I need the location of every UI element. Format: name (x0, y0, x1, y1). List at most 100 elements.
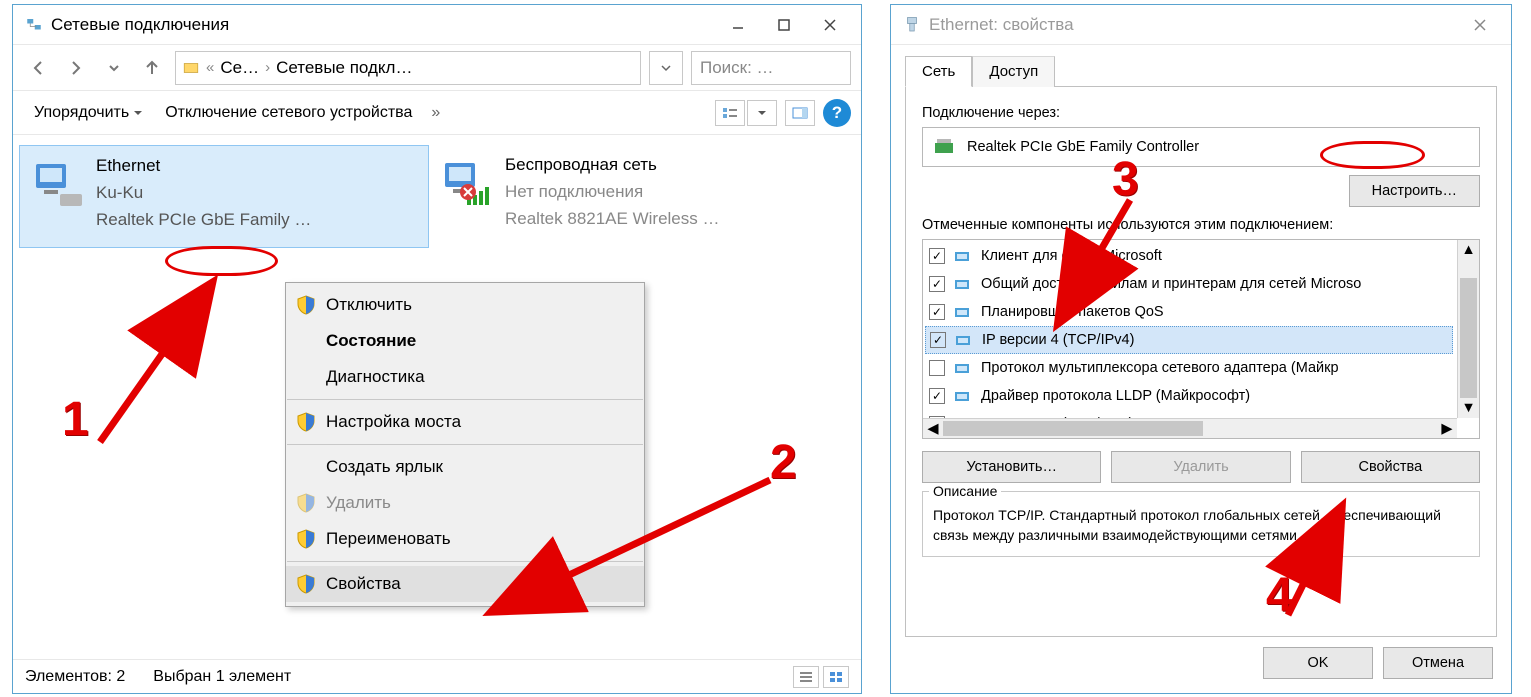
component-label: Протокол мультиплексора сетевого адаптер… (981, 360, 1339, 376)
breadcrumb-part[interactable]: Се… (220, 58, 259, 78)
separator (287, 561, 643, 562)
checkbox[interactable]: ✓ (929, 248, 945, 264)
adapter-icon (30, 156, 86, 212)
horizontal-scrollbar[interactable]: ◀▶ (923, 418, 1457, 438)
error-x-icon (459, 183, 477, 201)
checkbox[interactable] (929, 360, 945, 376)
ctx-disconnect[interactable]: Отключить (286, 287, 644, 323)
configure-button[interactable]: Настроить… (1349, 175, 1480, 207)
uninstall-button: Удалить (1111, 451, 1290, 483)
titlebar[interactable]: Ethernet: свойства (891, 5, 1511, 45)
minimize-button[interactable] (715, 9, 761, 41)
component-item[interactable]: ✓ IP версии 4 (TCP/IPv4) (925, 326, 1453, 354)
search-box[interactable]: Поиск: … (691, 51, 851, 85)
details-view-button[interactable] (793, 666, 819, 688)
ctx-properties[interactable]: Свойства (286, 566, 644, 602)
checkbox[interactable]: ✓ (929, 304, 945, 320)
vertical-scrollbar[interactable]: ▲▼ (1457, 240, 1479, 418)
nav-recent-button[interactable] (99, 53, 129, 83)
network-connections-icon (25, 16, 43, 34)
component-label: IP версии 4 (TCP/IPv4) (982, 332, 1134, 348)
address-dropdown[interactable] (649, 51, 683, 85)
tab-pane: Подключение через: Realtek PCIe GbE Fami… (905, 86, 1497, 637)
nav-up-button[interactable] (137, 53, 167, 83)
window-title: Сетевые подключения (51, 15, 229, 35)
nic-icon (933, 137, 957, 157)
nav-forward-button[interactable] (61, 53, 91, 83)
view-options-button[interactable] (715, 100, 745, 126)
shield-icon (296, 574, 316, 594)
description-legend: Описание (929, 483, 1001, 499)
component-label: Планировщик пакетов QoS (981, 304, 1164, 320)
ctx-shortcut[interactable]: Создать ярлык (286, 449, 644, 485)
organize-button[interactable]: Упорядочить (23, 99, 154, 127)
annotation-2: 2 (770, 435, 797, 490)
large-icons-view-button[interactable] (823, 666, 849, 688)
component-label: Драйвер протокола LLDP (Майкрософт) (981, 388, 1250, 404)
adapter-name: Realtek PCIe GbE Family Controller (967, 139, 1199, 155)
ctx-bridge[interactable]: Настройка моста (286, 404, 644, 440)
description-text: Протокол TCP/IP. Стандартный протокол гл… (933, 505, 1469, 546)
help-button[interactable]: ? (823, 99, 851, 127)
shield-icon (296, 295, 316, 315)
adapter-icon (439, 155, 495, 211)
adapter-device: Realtek PCIe GbE Family … (96, 206, 311, 233)
tab-network[interactable]: Сеть (905, 56, 972, 87)
close-button[interactable] (1457, 9, 1503, 41)
component-icon (953, 388, 973, 404)
checkbox[interactable]: ✓ (930, 332, 946, 348)
view-options-drop[interactable] (747, 100, 777, 126)
properties-button[interactable]: Свойства (1301, 451, 1480, 483)
shield-icon (296, 412, 316, 432)
ctx-diagnostics[interactable]: Диагностика (286, 359, 644, 395)
folder-icon (182, 59, 200, 77)
ctx-delete: Удалить (286, 485, 644, 521)
ok-button[interactable]: OK (1263, 647, 1373, 679)
address-bar[interactable]: « Се… › Сетевые подкл… (175, 51, 641, 85)
status-bar: Элементов: 2 Выбран 1 элемент (13, 659, 861, 693)
titlebar[interactable]: Сетевые подключения (13, 5, 861, 45)
component-item[interactable]: ✓ Драйвер протокола LLDP (Майкрософт) (925, 382, 1453, 410)
separator (287, 399, 643, 400)
component-item[interactable]: Протокол мультиплексора сетевого адаптер… (925, 354, 1453, 382)
adapter-status: Нет подключения (505, 178, 719, 205)
component-item[interactable]: ✓ Общий доступ к файлам и принтерам для с… (925, 270, 1453, 298)
maximize-button[interactable] (761, 9, 807, 41)
adapter-name: Беспроводная сеть (505, 151, 719, 178)
close-button[interactable] (807, 9, 853, 41)
checkbox[interactable]: ✓ (929, 388, 945, 404)
adapter-status: Ku-Ku (96, 179, 311, 206)
components-list[interactable]: ✓ Клиент для сетей Microsoft ✓ Общий доступ… (922, 239, 1480, 439)
command-bar: Упорядочить Отключение сетевого устройст… (13, 91, 861, 135)
checkbox[interactable]: ✓ (929, 276, 945, 292)
install-button[interactable]: Установить… (922, 451, 1101, 483)
adapter-item-wireless[interactable]: Беспроводная сеть Нет подключения Realte… (429, 145, 839, 248)
adapter-item-ethernet[interactable]: Ethernet Ku-Ku Realtek PCIe GbE Family … (19, 145, 429, 248)
nic-plug-icon (903, 16, 921, 34)
context-menu: Отключить Состояние Диагностика Настройк… (285, 282, 645, 607)
component-item[interactable]: ✓IP версии 6 (TCP/IPv6) (925, 410, 1453, 418)
shield-icon (296, 493, 316, 513)
component-label: Клиент для сетей Microsoft (981, 248, 1162, 264)
connect-via-label: Подключение через: (922, 105, 1480, 121)
annotation-4: 4 (1266, 568, 1293, 623)
nav-back-button[interactable] (23, 53, 53, 83)
nav-bar: « Се… › Сетевые подкл… Поиск: … (13, 45, 861, 91)
preview-pane-button[interactable] (785, 100, 815, 126)
component-item[interactable]: ✓ Клиент для сетей Microsoft (925, 242, 1453, 270)
shield-icon (296, 529, 316, 549)
component-icon (954, 332, 974, 348)
ctx-rename[interactable]: Переименовать (286, 521, 644, 557)
adapter-display: Realtek PCIe GbE Family Controller (922, 127, 1480, 167)
disable-adapter-button[interactable]: Отключение сетевого устройства (154, 99, 423, 127)
component-icon (953, 360, 973, 376)
tab-access[interactable]: Доступ (972, 56, 1055, 87)
status-selection: Выбран 1 элемент (153, 668, 291, 686)
description-box: Описание Протокол TCP/IP. Стандартный пр… (922, 491, 1480, 557)
cancel-button[interactable]: Отмена (1383, 647, 1493, 679)
component-icon (953, 276, 973, 292)
component-label: Общий доступ к файлам и принтерам для се… (981, 276, 1361, 292)
ctx-status[interactable]: Состояние (286, 323, 644, 359)
breadcrumb-part[interactable]: Сетевые подкл… (276, 58, 412, 78)
component-item[interactable]: ✓ Планировщик пакетов QoS (925, 298, 1453, 326)
